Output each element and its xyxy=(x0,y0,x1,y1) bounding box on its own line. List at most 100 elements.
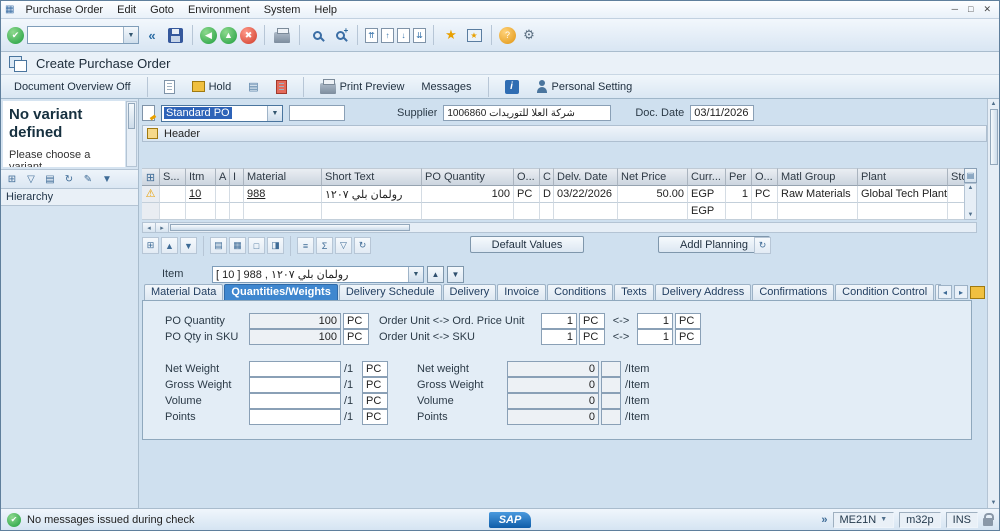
last-page-button[interactable]: ⇊ xyxy=(413,27,426,43)
cell-per[interactable] xyxy=(726,203,752,220)
cell-a[interactable] xyxy=(216,186,230,203)
menu-edit[interactable]: Edit xyxy=(110,3,143,17)
column-header-c[interactable]: C xyxy=(540,168,554,186)
edit-variant-button[interactable]: ✎ xyxy=(80,171,96,187)
next-item-button[interactable]: ▼ xyxy=(447,265,464,283)
copy-item-button[interactable]: □ xyxy=(248,237,265,254)
scroll-up-icon[interactable]: ▲ xyxy=(991,101,997,107)
column-header-i[interactable]: I xyxy=(230,168,244,186)
tab-condition-control[interactable]: Condition Control xyxy=(835,284,935,301)
details-button[interactable]: ⊞ xyxy=(142,237,159,254)
column-header-short-text[interactable]: Short Text xyxy=(322,168,422,186)
help-details-button[interactable]: i xyxy=(500,79,524,95)
sort-ascending-button[interactable]: ▲ xyxy=(161,237,178,254)
net-weight-total-field[interactable]: 0 xyxy=(507,361,599,377)
net-weight-unit-field[interactable]: PC xyxy=(362,361,388,377)
cell-plant[interactable] xyxy=(858,203,948,220)
cell-short-text[interactable] xyxy=(322,203,422,220)
new-session-button[interactable]: ★ xyxy=(441,25,461,45)
refresh-planning-button[interactable]: ↻ xyxy=(754,237,771,254)
select-all-header[interactable]: ⊞ xyxy=(142,168,160,186)
exit-button[interactable]: ▲ xyxy=(220,26,237,44)
print-preview-button[interactable]: Print Preview xyxy=(315,78,410,95)
cell-delv-date[interactable] xyxy=(554,203,618,220)
points-unit-field[interactable]: PC xyxy=(362,409,388,425)
scrollbar-thumb[interactable] xyxy=(989,109,998,165)
tab-scroll-left-button[interactable]: ◂ xyxy=(938,285,952,299)
variant-panel-scrollbar[interactable] xyxy=(126,101,137,167)
po-quantity-unit-field[interactable]: PC xyxy=(343,313,369,329)
cell-matl-group[interactable] xyxy=(778,203,858,220)
close-icon[interactable]: ✕ xyxy=(983,4,991,15)
cell-net-price[interactable]: 50.00 xyxy=(618,186,688,203)
variant-dropdown-button[interactable]: ▼ xyxy=(99,171,115,187)
po-qty-sku-field[interactable]: 100 xyxy=(249,329,341,345)
menu-purchase-order[interactable]: Purchase Order xyxy=(18,3,110,17)
po-qty-sku-unit-field[interactable]: PC xyxy=(343,329,369,345)
cell-i[interactable] xyxy=(230,186,244,203)
column-header-order-unit[interactable]: O... xyxy=(514,168,540,186)
column-header-material[interactable]: Material xyxy=(244,168,322,186)
menu-environment[interactable]: Environment xyxy=(181,3,257,17)
tab-invoice[interactable]: Invoice xyxy=(497,284,547,301)
column-header-matl-group[interactable]: Matl Group xyxy=(778,168,858,186)
tab-overview-icon[interactable] xyxy=(970,285,985,299)
copy-document-button[interactable]: ▤ xyxy=(243,79,263,94)
hold-button[interactable]: Hold xyxy=(187,80,237,94)
scroll-down-icon[interactable]: ▼ xyxy=(968,212,974,218)
tab-texts[interactable]: Texts xyxy=(614,284,654,301)
menu-help[interactable]: Help xyxy=(307,3,344,17)
check-document-button[interactable] xyxy=(271,79,292,95)
default-values-button[interactable]: Default Values xyxy=(470,236,584,253)
grid-configuration-button[interactable]: ▤ xyxy=(964,168,977,183)
cell-per[interactable]: 1 xyxy=(726,186,752,203)
main-vertical-scrollbar[interactable]: ▲ ▼ xyxy=(987,99,999,508)
volume-total-field[interactable]: 0 xyxy=(507,393,599,409)
cell-a[interactable] xyxy=(216,203,230,220)
item-combo[interactable]: [ 10 ] 988 , رولمان بلي ١٢٠٧ ▼ xyxy=(212,265,424,283)
cell-order-unit[interactable] xyxy=(514,203,540,220)
tab-material-data[interactable]: Material Data xyxy=(144,284,224,301)
personal-setting-button[interactable]: Personal Setting xyxy=(531,79,638,94)
chevron-down-icon[interactable]: ▼ xyxy=(123,27,138,43)
column-header-plant[interactable]: Plant xyxy=(858,168,948,186)
tab-conditions[interactable]: Conditions xyxy=(547,284,614,301)
cell-c[interactable] xyxy=(540,203,554,220)
cell-storage-location[interactable] xyxy=(948,186,964,203)
cell-short-text[interactable]: رولمان بلي ١٢٠٧ xyxy=(322,186,422,203)
conversion-unit-field[interactable]: PC xyxy=(579,313,605,329)
column-header-status[interactable]: S... xyxy=(160,168,186,186)
tab-delivery-schedule[interactable]: Delivery Schedule xyxy=(338,284,442,301)
minimize-icon[interactable]: ─ xyxy=(952,4,958,15)
cell-i[interactable] xyxy=(230,203,244,220)
settings-button[interactable]: ≡ xyxy=(297,237,314,254)
find-button[interactable] xyxy=(307,25,327,45)
scrollbar-thumb[interactable] xyxy=(170,224,410,231)
conversion-unit-field[interactable]: PC xyxy=(675,313,701,329)
find-next-button[interactable]: + xyxy=(330,25,350,45)
column-header-a[interactable]: A xyxy=(216,168,230,186)
cell-material[interactable] xyxy=(244,203,322,220)
conversion-unit-field[interactable]: PC xyxy=(675,329,701,345)
refresh-button[interactable]: ↻ xyxy=(61,171,77,187)
cell-po-quantity[interactable] xyxy=(422,203,514,220)
cell-storage-location[interactable] xyxy=(948,203,964,220)
cell-c[interactable]: D xyxy=(540,186,554,203)
column-header-order-price-unit[interactable]: O... xyxy=(752,168,778,186)
column-header-currency[interactable]: Curr... xyxy=(688,168,726,186)
menu-goto[interactable]: Goto xyxy=(143,3,181,17)
cell-itm[interactable]: 10 xyxy=(186,186,216,203)
row-selector[interactable] xyxy=(142,203,160,220)
create-document-button[interactable] xyxy=(159,79,180,95)
create-shortcut-button[interactable]: ★ xyxy=(464,25,484,45)
previous-page-button[interactable]: ↑ xyxy=(381,27,394,43)
menu-system[interactable]: System xyxy=(257,3,308,17)
tab-delivery[interactable]: Delivery xyxy=(442,284,497,301)
scroll-up-icon[interactable]: ▲ xyxy=(968,185,974,191)
scroll-right-icon[interactable]: ▸ xyxy=(156,223,169,232)
tab-confirmations[interactable]: Confirmations xyxy=(752,284,835,301)
net-weight-total-unit-field[interactable] xyxy=(601,361,621,377)
cell-currency[interactable]: EGP xyxy=(688,186,726,203)
conversion-denominator-field[interactable]: 1 xyxy=(637,329,673,345)
po-quantity-field[interactable]: 100 xyxy=(249,313,341,329)
